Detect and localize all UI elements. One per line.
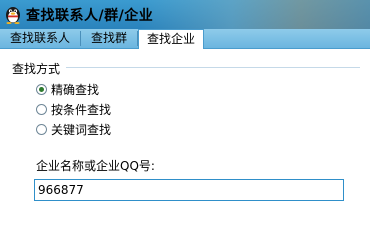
window-title: 查找联系人/群/企业: [26, 8, 154, 24]
section-divider: [66, 67, 360, 68]
tab-panel: 查找方式 精确查找 按条件查找 关键词查找 企业名称或企业QQ号:: [0, 49, 370, 241]
company-search-input[interactable]: [34, 179, 344, 201]
radio-button[interactable]: [36, 123, 47, 135]
radio-button[interactable]: [36, 103, 47, 115]
find-window: 查找联系人/群/企业 查找联系人 查找群 查找企业 查找方式 精确查找 按条件查…: [0, 0, 370, 241]
radio-label: 关键词查找: [51, 122, 112, 137]
section-title: 查找方式: [12, 62, 61, 76]
company-field-label: 企业名称或企业QQ号:: [36, 159, 155, 173]
tab-find-company[interactable]: 查找企业: [138, 29, 204, 49]
radio-button-checked[interactable]: [36, 83, 47, 95]
tab-strip: 查找联系人 查找群 查找企业: [0, 29, 370, 49]
radio-exact-search[interactable]: 精确查找: [36, 81, 99, 97]
tab-find-group[interactable]: 查找群: [81, 29, 137, 48]
tab-find-contact[interactable]: 查找联系人: [0, 29, 80, 48]
qq-penguin-icon: [6, 7, 20, 24]
radio-label: 按条件查找: [51, 102, 112, 117]
radio-keyword-search[interactable]: 关键词查找: [36, 121, 111, 137]
title-bar[interactable]: 查找联系人/群/企业: [0, 0, 370, 29]
radio-label: 精确查找: [51, 82, 100, 97]
radio-condition-search[interactable]: 按条件查找: [36, 101, 111, 117]
